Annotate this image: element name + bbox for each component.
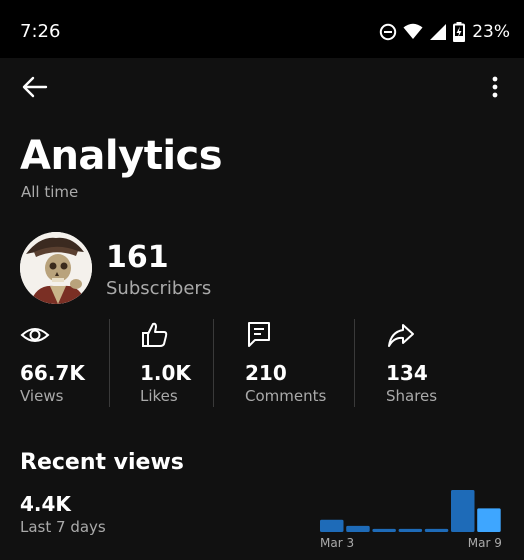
back-button[interactable] [16, 72, 54, 106]
status-icons: 23% [379, 20, 510, 44]
chart-x-tick-label: Mar 3 [320, 536, 354, 550]
divider [109, 319, 110, 407]
more-options-button[interactable] [480, 72, 510, 106]
do-not-disturb-icon [379, 23, 397, 41]
recent-views-title: Recent views [20, 450, 184, 475]
battery-percent: 23% [472, 22, 510, 42]
chart-x-ticks: Mar 3 Mar 9 [320, 536, 502, 550]
eye-icon [20, 320, 50, 350]
chart-bar[interactable] [346, 525, 370, 532]
divider [213, 319, 214, 407]
chart-bar[interactable] [372, 528, 396, 532]
more-vertical-icon [492, 76, 498, 102]
page-title: Analytics [20, 133, 223, 179]
stat-label: Shares [386, 387, 438, 405]
recent-views-value: 4.4K [20, 492, 71, 516]
stat-value: 134 [386, 361, 428, 385]
stat-label: Views [20, 387, 64, 405]
stat-value: 66.7K [20, 361, 85, 385]
subscribers-count: 161 [106, 240, 169, 275]
stat-label: Likes [140, 387, 178, 405]
wifi-icon [403, 23, 423, 41]
chart-bar[interactable] [477, 508, 501, 532]
analytics-screen: 7:26 23% Analytics All time 161 Subscrib… [0, 0, 524, 560]
stat-value: 210 [245, 361, 287, 385]
chart-bar[interactable] [398, 528, 423, 532]
subscribers-label: Subscribers [106, 278, 212, 299]
recent-views-chart[interactable]: Mar 3 Mar 9 [318, 484, 508, 554]
battery-charging-icon [453, 22, 466, 42]
page-subtitle: All time [21, 183, 79, 201]
status-bar: 7:26 23% [0, 0, 524, 58]
stat-label: Comments [245, 387, 327, 405]
chart-bars [320, 490, 501, 532]
chart-bar[interactable] [451, 490, 475, 532]
stat-value: 1.0K [140, 361, 191, 385]
thumbs-up-icon [140, 320, 170, 350]
signal-icon [429, 23, 447, 41]
comment-icon [245, 320, 275, 350]
share-icon [386, 320, 416, 350]
arrow-left-icon [22, 76, 48, 102]
chart-x-tick-label: Mar 9 [468, 536, 502, 550]
recent-views-period: Last 7 days [20, 518, 106, 536]
chart-bar[interactable] [424, 528, 449, 532]
status-time: 7:26 [20, 21, 61, 42]
divider [354, 319, 355, 407]
chart-bar[interactable] [320, 519, 344, 532]
channel-avatar[interactable] [20, 232, 92, 304]
